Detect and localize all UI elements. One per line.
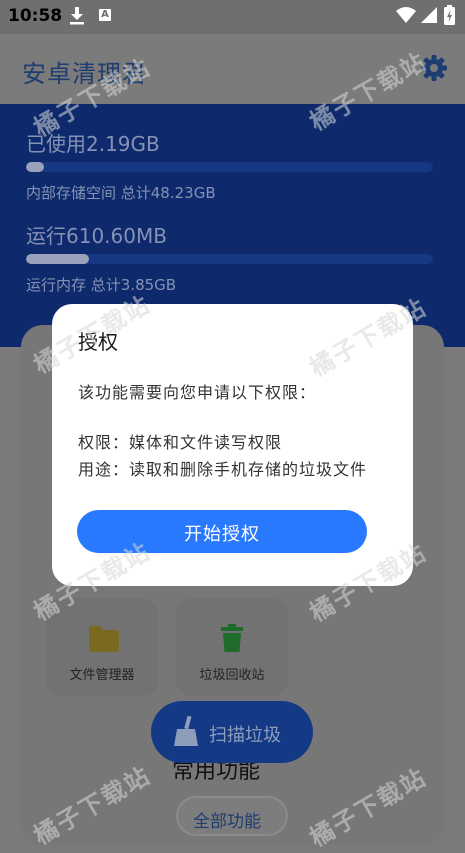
storage-total-label: 内部存储空间 总计48.23GB	[26, 184, 216, 202]
dialog-intro-text: 该功能需要向您申请以下权限：	[78, 383, 317, 402]
signal-icon	[421, 7, 437, 23]
status-time: 10:58	[8, 6, 63, 26]
ram-progress-bar	[26, 254, 433, 264]
ram-total-label: 运行内存 总计3.85GB	[26, 276, 177, 294]
download-icon	[70, 7, 84, 25]
folder-icon	[89, 626, 119, 652]
ram-progress-fill	[26, 254, 90, 264]
accessibility-icon: A	[99, 9, 111, 21]
wifi-icon	[396, 7, 416, 23]
all-functions-label: 全部功能	[193, 812, 261, 832]
scan-junk-label: 扫描垃圾	[209, 725, 281, 746]
recycle-bin-label: 垃圾回收站	[199, 668, 265, 683]
storage-progress-bar	[26, 162, 433, 172]
dialog-purpose-text: 用途：读取和删除手机存储的垃圾文件	[78, 460, 368, 479]
ram-used-label: 运行610.60MB	[26, 224, 167, 248]
dialog-permission-text: 权限：媒体和文件读写权限	[78, 433, 283, 452]
broom-icon	[174, 716, 198, 746]
file-manager-label: 文件管理器	[69, 668, 135, 683]
trash-icon	[221, 624, 243, 652]
storage-progress-fill	[26, 162, 45, 172]
battery-icon	[444, 5, 455, 25]
